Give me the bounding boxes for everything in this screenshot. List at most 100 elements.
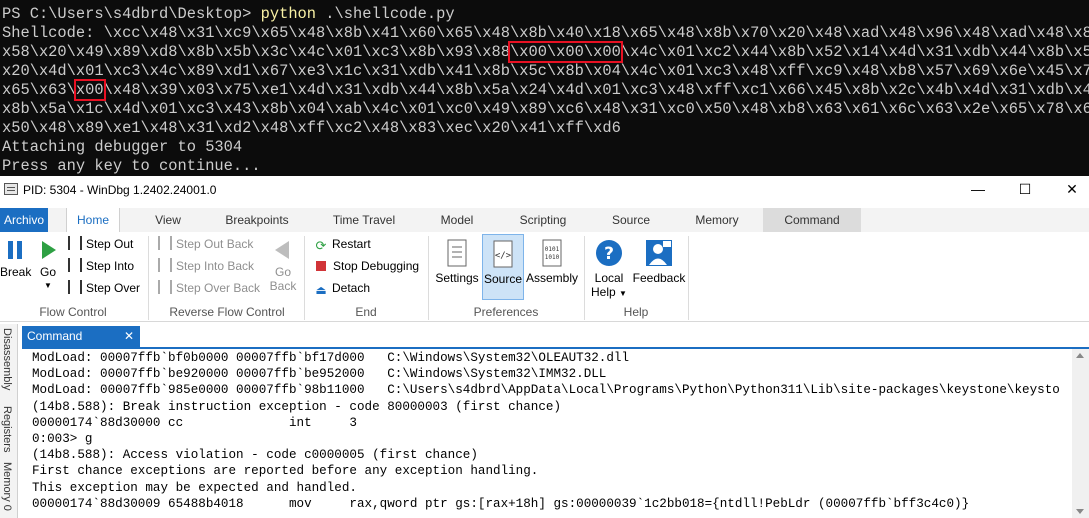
- terminal-line: Attaching debugger to 5304: [2, 138, 243, 156]
- restart-label: Restart: [332, 237, 371, 251]
- side-tab-memory-0[interactable]: Memory 0: [1, 462, 13, 511]
- tab-source[interactable]: Source: [600, 208, 662, 232]
- step-over-label: Step Over: [86, 281, 141, 295]
- command-pane: Command ✕ ModLoad: 00007ffb`bf0b0000 000…: [22, 326, 1089, 518]
- detach-icon: ⏏: [315, 283, 327, 297]
- detach-button[interactable]: ⏏ Detach: [314, 278, 370, 298]
- output-line: 00000174`88d30000 cc int 3: [32, 415, 357, 430]
- group-label-reverse-flow: Reverse Flow Control: [169, 305, 285, 319]
- svg-text:0101: 0101: [545, 246, 560, 253]
- terminal-line: x8b\x5a\x1c\x4d\x01\xc3\x43\x8b\x04\xab\…: [2, 100, 1089, 118]
- step-into-label: Step Into: [86, 259, 135, 273]
- tab-scripting[interactable]: Scripting: [508, 208, 578, 232]
- stop-debugging-button[interactable]: Stop Debugging: [314, 256, 419, 276]
- command-pane-tab[interactable]: Command ✕: [22, 326, 140, 347]
- tab-time-travel[interactable]: Time Travel: [322, 208, 406, 232]
- go-label: Go: [39, 265, 56, 279]
- vertical-scrollbar[interactable]: [1072, 349, 1089, 518]
- terminal-line-part: \x48\x39\x03\x75\xe1\x4d\x31\xdb\x44\x8b…: [103, 81, 1089, 99]
- restart-icon: ⟳: [315, 238, 327, 253]
- tab-command[interactable]: Command: [763, 208, 861, 232]
- output-line: 0:003> g: [32, 431, 93, 446]
- scroll-down-icon[interactable]: [1076, 509, 1084, 514]
- terminal-command: python: [260, 5, 317, 23]
- terminal-line-part: \: [66, 81, 76, 99]
- assembly-icon: 01011010: [542, 239, 562, 267]
- command-output[interactable]: ModLoad: 00007ffb`bf0b0000 00007ffb`bf17…: [32, 350, 1067, 518]
- title-bar[interactable]: PID: 5304 - WinDbg 1.2402.24001.0 — ☐ ✕: [0, 176, 1089, 203]
- feedback-button[interactable]: Feedback: [632, 238, 686, 285]
- svg-text:?: ?: [604, 244, 614, 264]
- go-back-label-2: Back: [269, 279, 297, 293]
- minimize-button[interactable]: —: [955, 176, 1001, 203]
- ribbon-separator: [428, 236, 429, 320]
- go-dropdown-icon[interactable]: ▼: [36, 279, 60, 293]
- source-code-icon: </>: [493, 240, 513, 268]
- settings-button[interactable]: Settings: [434, 238, 480, 285]
- feedback-label: Feedback: [632, 271, 686, 285]
- source-label: Source: [483, 272, 523, 286]
- powershell-terminal: PS C:\Users\s4dbrd\Desktop> python .\she…: [0, 0, 1089, 176]
- restart-button[interactable]: ⟳ Restart: [314, 234, 371, 254]
- step-over-icon: [68, 280, 82, 294]
- help-question-icon: ?: [596, 240, 622, 266]
- terminal-line: Shellcode: \xcc\x48\x31\xc9\x65\x48\x8b\…: [2, 24, 1089, 42]
- output-line: 00000174`88d30009 65488b4018 mov rax,qwo…: [32, 496, 970, 511]
- terminal-line: x20\x4d\x01\xc3\x4c\x89\xd1\x67\xe3\x1c\…: [2, 62, 1089, 80]
- reverse-play-icon: [275, 241, 289, 259]
- step-out-icon: [68, 236, 82, 250]
- window-title: PID: 5304 - WinDbg 1.2402.24001.0: [23, 183, 217, 197]
- tab-view[interactable]: View: [140, 208, 196, 232]
- play-icon: [42, 241, 56, 259]
- detach-label: Detach: [332, 281, 371, 295]
- output-line: ModLoad: 00007ffb`bf0b0000 00007ffb`bf17…: [32, 351, 630, 365]
- tab-archivo[interactable]: Archivo: [0, 208, 48, 232]
- side-tab-registers[interactable]: Registers: [1, 406, 13, 452]
- command-pane-tab-underline: [22, 347, 1089, 349]
- null-bytes-highlight: \x00\x00\x00: [507, 41, 623, 63]
- step-over-button[interactable]: Step Over: [68, 278, 140, 298]
- break-button[interactable]: Break: [0, 238, 32, 279]
- tab-home[interactable]: Home: [66, 208, 120, 232]
- terminal-line: x50\x48\x89\xe1\x48\x31\xd2\x48\xff\xc2\…: [2, 119, 621, 137]
- step-into-button[interactable]: Step Into: [68, 256, 134, 276]
- step-out-back-button[interactable]: Step Out Back: [158, 234, 253, 254]
- step-into-back-button[interactable]: Step Into Back: [158, 256, 254, 276]
- assembly-button[interactable]: 0101 1010 Assembly: [526, 238, 578, 285]
- ribbon-tabs: Archivo Home View Breakpoints Time Trave…: [0, 208, 1089, 232]
- local-help-label-1: Local: [594, 271, 624, 285]
- null-byte-highlight: x00: [73, 79, 106, 101]
- go-button[interactable]: Go ▼: [36, 238, 60, 293]
- command-pane-tab-label: Command: [27, 329, 83, 343]
- group-label-preferences: Preferences: [473, 305, 539, 319]
- tab-memory[interactable]: Memory: [684, 208, 750, 232]
- tab-breakpoints[interactable]: Breakpoints: [214, 208, 300, 232]
- break-label: Break: [0, 265, 32, 279]
- command-pane-close-icon[interactable]: ✕: [124, 326, 134, 347]
- source-button[interactable]: </> Source: [482, 234, 524, 300]
- terminal-command-args: .\shellcode.py: [316, 5, 455, 23]
- local-help-button[interactable]: ? Local Help ▼: [590, 238, 628, 301]
- tab-model[interactable]: Model: [428, 208, 486, 232]
- step-over-back-label: Step Over Back: [176, 281, 261, 295]
- step-out-button[interactable]: Step Out: [68, 234, 133, 254]
- ribbon-separator: [584, 236, 585, 320]
- side-tabs: Disassembly Registers Memory 0: [0, 324, 18, 518]
- output-line: This exception may be expected and handl…: [32, 480, 357, 495]
- step-out-label: Step Out: [86, 237, 134, 251]
- settings-icon: [447, 239, 467, 267]
- maximize-button[interactable]: ☐: [1002, 176, 1048, 203]
- terminal-prompt: PS C:\Users\s4dbrd\Desktop>: [2, 5, 261, 23]
- terminal-line-part: x65\x63: [2, 81, 67, 99]
- terminal-line: x65\x63\x00\x48\x39\x03\x75\xe1\x4d\x31\…: [2, 79, 1089, 101]
- local-help-label-2: Help ▼: [591, 285, 627, 299]
- close-button[interactable]: ✕: [1049, 176, 1089, 203]
- step-over-back-button[interactable]: Step Over Back: [158, 278, 260, 298]
- scroll-up-icon[interactable]: [1076, 353, 1084, 358]
- step-into-icon: [68, 258, 82, 272]
- feedback-person-icon: [646, 240, 672, 266]
- side-tab-disassembly[interactable]: Disassembly: [1, 328, 13, 390]
- group-label-end: End: [355, 305, 377, 319]
- go-back-button[interactable]: Go Back: [268, 238, 298, 293]
- windbg-app-icon: [4, 183, 18, 195]
